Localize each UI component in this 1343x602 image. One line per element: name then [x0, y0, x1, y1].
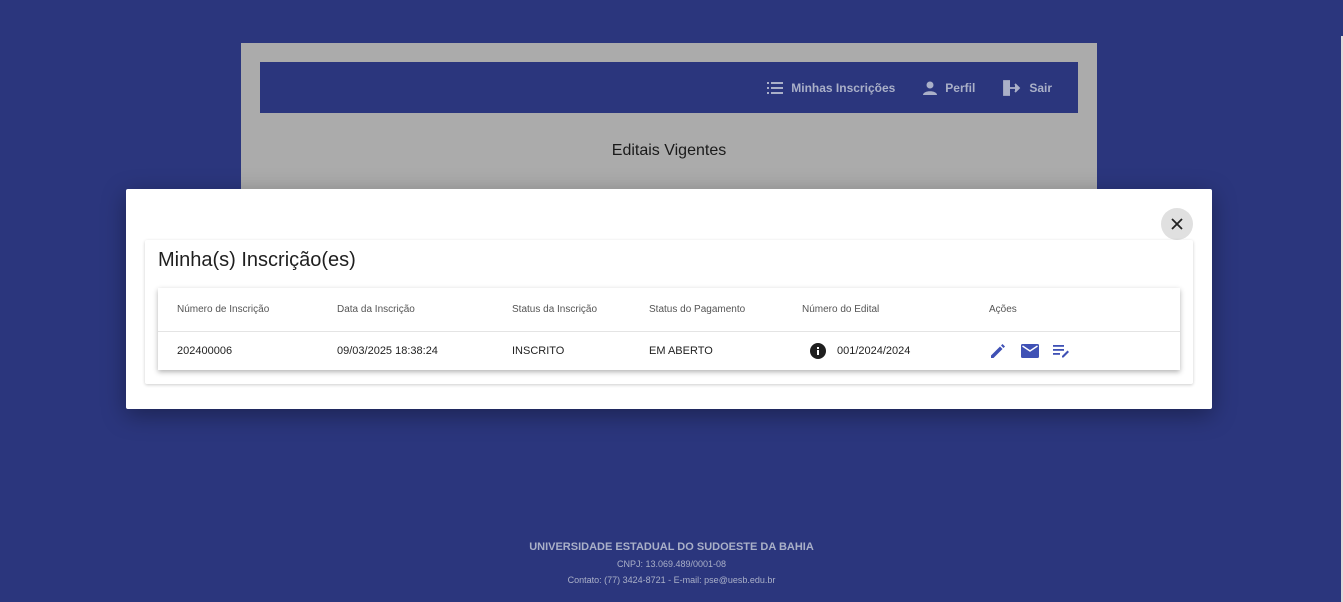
edital-number: 001/2024/2024: [837, 345, 911, 357]
table-row: 202400006 09/03/2025 18:38:24 INSCRITO E…: [158, 332, 1180, 370]
header-edital: Número do Edital: [802, 304, 880, 315]
header-data: Data da Inscrição: [337, 304, 415, 315]
close-button[interactable]: [1161, 208, 1193, 240]
header-acoes: Ações: [989, 304, 1017, 315]
email-button[interactable]: [1021, 344, 1039, 358]
subscriptions-table: Número de Inscrição Data da Inscrição St…: [158, 288, 1180, 370]
footer-org: UNIVERSIDADE ESTADUAL DO SUDOESTE DA BAH…: [529, 541, 814, 553]
table-header: Número de Inscrição Data da Inscrição St…: [158, 288, 1180, 332]
header-numero: Número de Inscrição: [177, 304, 270, 315]
page-title: Editais Vigentes: [611, 142, 727, 159]
header-status-pagamento: Status do Pagamento: [649, 304, 746, 315]
modal-title: Minha(s) Inscrição(es): [158, 249, 356, 271]
cell-edital: 001/2024/2024: [802, 332, 910, 370]
cell-status-inscricao: INSCRITO: [512, 345, 565, 357]
cell-status-pagamento: EM ABERTO: [649, 345, 713, 357]
nav-sair[interactable]: Sair: [1003, 79, 1052, 96]
cell-data: 09/03/2025 18:38:24: [337, 345, 438, 357]
cell-numero: 202400006: [177, 345, 233, 357]
nav-perfil[interactable]: Perfil: [923, 81, 975, 95]
close-icon: [1171, 218, 1183, 230]
nav-label: Perfil: [945, 80, 976, 95]
footer: UNIVERSIDADE ESTADUAL DO SUDOESTE DA BAH…: [0, 541, 1343, 585]
person-icon: [923, 81, 938, 95]
edit-note-icon: [1053, 345, 1069, 358]
list-icon: [767, 81, 784, 94]
header-status-inscricao: Status da Inscrição: [512, 304, 598, 315]
logout-icon: [1003, 79, 1021, 96]
mail-icon: [1021, 344, 1039, 358]
top-navbar: Minhas Inscrições Perfil Sair: [260, 62, 1078, 113]
cell-actions: [989, 332, 1071, 370]
footer-contact: Contato: (77) 3424-8721 - E-mail: pse@ue…: [567, 575, 776, 585]
nav-label: Minhas Inscrições: [791, 80, 896, 95]
subscriptions-modal: Minha(s) Inscrição(es) Número de Inscriç…: [126, 189, 1212, 409]
edit-note-button[interactable]: [1053, 344, 1071, 358]
subscriptions-card: Minha(s) Inscrição(es) Número de Inscriç…: [145, 240, 1193, 384]
footer-cnpj: CNPJ: 13.069.489/0001-08: [616, 559, 727, 569]
info-icon[interactable]: [810, 343, 826, 359]
nav-label: Sair: [1029, 80, 1052, 95]
edit-button[interactable]: [989, 342, 1007, 360]
edit-icon: [991, 344, 1005, 358]
background-card: Minhas Inscrições Perfil Sair Editais Vi…: [241, 43, 1097, 193]
nav-minhas-inscricoes[interactable]: Minhas Inscrições: [767, 81, 895, 95]
